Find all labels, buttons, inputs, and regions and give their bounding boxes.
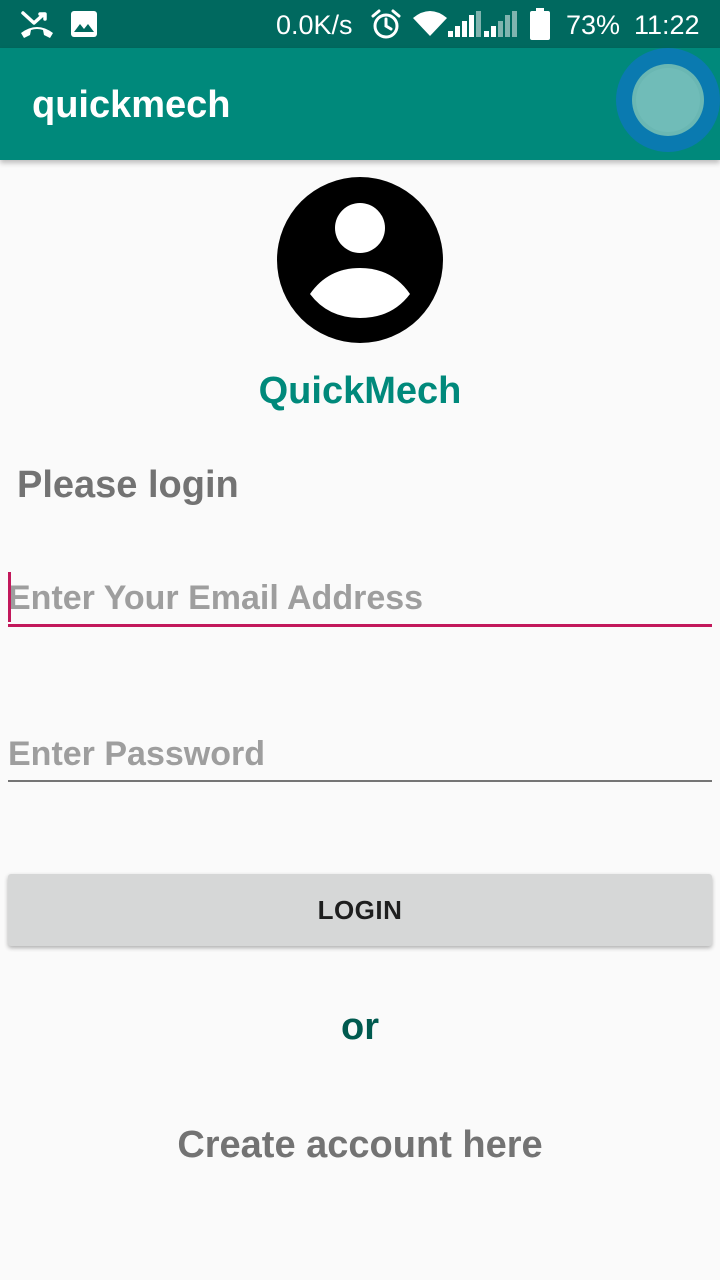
password-field[interactable] (8, 728, 712, 782)
clock: 11:22 (634, 10, 700, 40)
status-bar: 0.0K/s 73% 11:22 (0, 0, 720, 48)
wifi-icon (412, 0, 448, 48)
or-divider-text: or (341, 1006, 379, 1048)
create-account-link[interactable]: Create account here (0, 1124, 720, 1167)
brand-title: QuickMech (258, 370, 462, 412)
floating-touch-button[interactable] (616, 48, 720, 152)
missed-call-icon (20, 0, 54, 48)
login-heading: Please login (17, 464, 239, 506)
alarm-icon (370, 0, 402, 48)
email-field[interactable] (8, 572, 712, 627)
signal-icon (448, 0, 482, 48)
app-bar: quickmech (0, 48, 720, 160)
network-speed: 0.0K/s (276, 10, 353, 40)
text-cursor (8, 572, 11, 622)
login-button[interactable]: LOGIN (8, 874, 712, 946)
signal-icon (484, 0, 518, 48)
battery-icon (530, 0, 550, 48)
battery-level: 73% (566, 10, 621, 40)
app-title: quickmech (32, 84, 231, 126)
account-circle-icon (276, 176, 444, 344)
image-icon (70, 0, 98, 48)
